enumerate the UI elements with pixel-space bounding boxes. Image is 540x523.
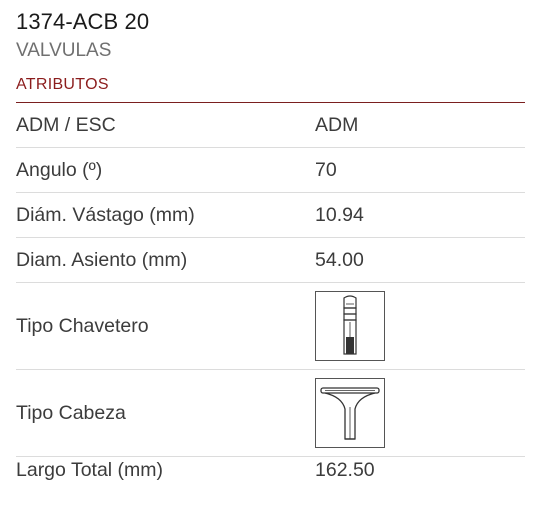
attribute-row-largo-total: Largo Total (mm) 162.50 <box>16 457 525 502</box>
attribute-value: 70 <box>315 159 337 181</box>
head-type-image[interactable] <box>315 378 385 448</box>
attribute-value: 54.00 <box>315 249 364 271</box>
attribute-row-tipo-cabeza: Tipo Cabeza <box>16 370 525 457</box>
section-heading: ATRIBUTOS <box>16 76 109 93</box>
attribute-label: Angulo (º) <box>16 159 103 181</box>
attribute-value: ADM <box>315 114 359 136</box>
attribute-label: Tipo Cabeza <box>16 402 126 424</box>
attribute-label: Diám. Vástago (mm) <box>16 204 195 226</box>
valve-keyway-icon <box>343 295 357 355</box>
attribute-row-tipo-chavetero: Tipo Chavetero <box>16 283 525 370</box>
attribute-label: Diam. Asiento (mm) <box>16 249 188 271</box>
attribute-row-angulo: Angulo (º) 70 <box>16 148 525 193</box>
product-code-title: 1374-ACB 20 <box>16 9 150 34</box>
keyway-type-image[interactable] <box>315 291 385 361</box>
attribute-value: 162.50 <box>315 459 375 481</box>
attribute-row-diam-asiento: Diam. Asiento (mm) 54.00 <box>16 238 525 283</box>
attributes-table: ADM / ESC ADM Angulo (º) 70 Diám. Vástag… <box>16 103 525 502</box>
attribute-row-adm-esc: ADM / ESC ADM <box>16 103 525 148</box>
attribute-label: ADM / ESC <box>16 114 116 136</box>
product-category: VALVULAS <box>16 40 112 61</box>
attribute-value: 10.94 <box>315 204 364 226</box>
product-attributes-page: 1374-ACB 20 VALVULAS ATRIBUTOS ADM / ESC… <box>0 0 540 523</box>
attribute-label: Largo Total (mm) <box>16 459 164 481</box>
attribute-row-diam-vastago: Diám. Vástago (mm) 10.94 <box>16 193 525 238</box>
valve-head-icon <box>320 387 380 440</box>
attribute-label: Tipo Chavetero <box>16 315 149 337</box>
